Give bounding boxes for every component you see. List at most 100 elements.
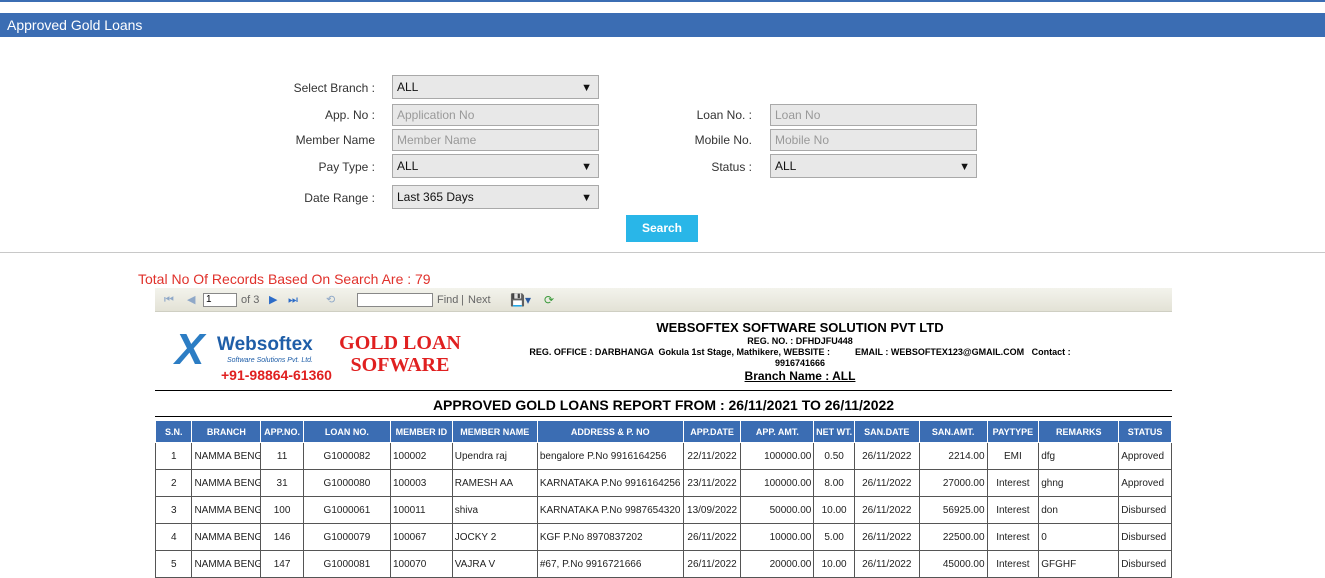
table-row: 3NAMMA BENGALURU100G1000061100011shivaKA… [154, 496, 1172, 524]
cell-remarks: 0 [1038, 523, 1120, 551]
cell-san-date: 26/11/2022 [853, 550, 920, 578]
cell-status: Disbursed [1118, 523, 1172, 551]
chevron-down-icon: ▼ [581, 192, 592, 204]
cell-net-wt: 10.00 [813, 550, 855, 578]
search-button[interactable]: Search [626, 215, 698, 242]
column-header-sn: S.N. [154, 420, 193, 443]
logo-x-icon: X [175, 325, 205, 374]
branch-select-value: ALL [397, 80, 419, 94]
branch-name: Branch Name : ALL [744, 369, 856, 383]
cell-app-date: 23/11/2022 [682, 469, 742, 497]
date-range-select[interactable]: Last 365 Days ▼ [392, 185, 599, 209]
cell-remarks: GFGHF [1038, 550, 1120, 578]
next-link[interactable]: Next [468, 292, 491, 308]
cell-app-date: 13/09/2022 [682, 496, 742, 524]
cell-app-amt: 100000.00 [740, 469, 815, 497]
mobile-no-label: Mobile No. [694, 133, 752, 147]
cell-loan-no: G1000082 [302, 442, 391, 470]
cell-app-no: 31 [260, 469, 304, 497]
cell-remarks: don [1038, 496, 1120, 524]
find-link[interactable]: Find [437, 292, 458, 308]
cell-status: Disbursed [1118, 496, 1172, 524]
reg-office: REG. OFFICE : DARBHANGA Gokula 1st Stage… [529, 347, 1071, 357]
column-header-app-date: APP.DATE [682, 420, 742, 443]
top-border [0, 0, 1325, 2]
column-header-loan-no: LOAN NO. [302, 420, 391, 443]
cell-net-wt: 5.00 [813, 523, 855, 551]
export-icon[interactable]: 💾▾ [510, 292, 531, 308]
status-select[interactable]: ALL ▼ [770, 154, 977, 178]
cell-address: bengalore P.No 9916164256 [536, 442, 684, 470]
cell-address: KARNATAKA P.No 9916164256 [536, 469, 684, 497]
app-no-input[interactable]: Application No [392, 104, 599, 126]
loan-no-input[interactable]: Loan No [770, 104, 977, 126]
table-row: 2NAMMA BENGALURU31G1000080100003RAMESH A… [154, 469, 1172, 497]
logo-tagline: Software Solutions Pvt. Ltd. [227, 357, 313, 364]
cell-loan-no: G1000061 [302, 496, 391, 524]
member-name-input[interactable]: Member Name [392, 129, 599, 151]
cell-app-date: 26/11/2022 [682, 550, 742, 578]
chevron-down-icon: ▼ [581, 161, 592, 173]
find-input[interactable] [357, 293, 433, 307]
cell-status: Approved [1118, 442, 1172, 470]
cell-member-id: 100070 [389, 550, 453, 578]
column-header-app-amt: APP. AMT. [740, 420, 815, 443]
cell-member-name: VAJRA V [451, 550, 538, 578]
cell-sn: 5 [154, 550, 193, 578]
branch-select[interactable]: ALL ▼ [392, 75, 599, 99]
contact-number: 9916741666 [774, 358, 826, 368]
column-header-address: ADDRESS & P. NO [536, 420, 684, 443]
back-icon[interactable]: ⟲ [326, 292, 335, 308]
cell-paytype: EMI [986, 442, 1040, 470]
product-title-line2: SOFWARE [350, 354, 450, 376]
table-header: S.N. BRANCH APP.NO. LOAN NO. MEMBER ID MEMBER… [154, 420, 1172, 443]
cell-app-no: 147 [260, 550, 304, 578]
cell-san-amt: 27000.00 [918, 469, 988, 497]
column-header-san-date: SAN.DATE [853, 420, 920, 443]
prev-page-icon[interactable]: ◀ [187, 292, 195, 308]
cell-san-amt: 22500.00 [918, 523, 988, 551]
cell-branch: NAMMA BENGALURU [191, 469, 262, 497]
pay-type-select[interactable]: ALL ▼ [392, 154, 599, 178]
first-page-icon[interactable]: ⏮ [164, 292, 174, 308]
cell-remarks: ghng [1038, 469, 1120, 497]
cell-sn: 4 [154, 523, 193, 551]
cell-remarks: dfg [1038, 442, 1120, 470]
table-row: 5NAMMA BENGALURU147G1000081100070VAJRA V… [154, 550, 1172, 578]
page-title: Approved Gold Loans [0, 13, 1325, 37]
cell-address: KGF P.No 8970837202 [536, 523, 684, 551]
cell-app-amt: 10000.00 [740, 523, 815, 551]
last-page-icon[interactable]: ⏭ [288, 292, 298, 308]
cell-member-id: 100002 [389, 442, 453, 470]
status-select-value: ALL [775, 159, 797, 173]
pay-type-select-value: ALL [397, 159, 419, 173]
loans-table: S.N. BRANCH APP.NO. LOAN NO. MEMBER ID MEMBER… [154, 420, 1172, 578]
cell-loan-no: G1000079 [302, 523, 391, 551]
cell-sn: 3 [154, 496, 193, 524]
mobile-no-input[interactable]: Mobile No [770, 129, 977, 151]
cell-app-amt: 100000.00 [740, 442, 815, 470]
table-row: 1NAMMA BENGALURU11G1000082100002Upendra … [154, 442, 1172, 470]
cell-branch: NAMMA BENGALURU [191, 523, 262, 551]
page-number-input[interactable]: 1 [203, 293, 237, 307]
table-row: 4NAMMA BENGALURU146G1000079100067JOCKY 2… [154, 523, 1172, 551]
cell-paytype: Interest [986, 550, 1040, 578]
cell-app-amt: 20000.00 [740, 550, 815, 578]
next-page-icon[interactable]: ▶ [269, 292, 277, 308]
cell-member-name: RAMESH AA [451, 469, 538, 497]
company-name: WEBSOFTEX SOFTWARE SOLUTION PVT LTD [656, 320, 944, 335]
column-header-branch: BRANCH [191, 420, 262, 443]
cell-status: Disbursed [1118, 550, 1172, 578]
refresh-icon[interactable]: ⟳ [544, 292, 554, 308]
cell-branch: NAMMA BENGALURU [191, 442, 262, 470]
column-header-member-id: MEMBER ID [389, 420, 453, 443]
cell-paytype: Interest [986, 469, 1040, 497]
cell-sn: 1 [154, 442, 193, 470]
cell-status: Approved [1118, 469, 1172, 497]
date-range-label: Date Range : [304, 191, 375, 205]
cell-san-amt: 45000.00 [918, 550, 988, 578]
column-header-net-wt: NET WT. [813, 420, 855, 443]
chevron-down-icon: ▼ [581, 82, 592, 94]
cell-app-no: 11 [260, 442, 304, 470]
cell-member-id: 100067 [389, 523, 453, 551]
